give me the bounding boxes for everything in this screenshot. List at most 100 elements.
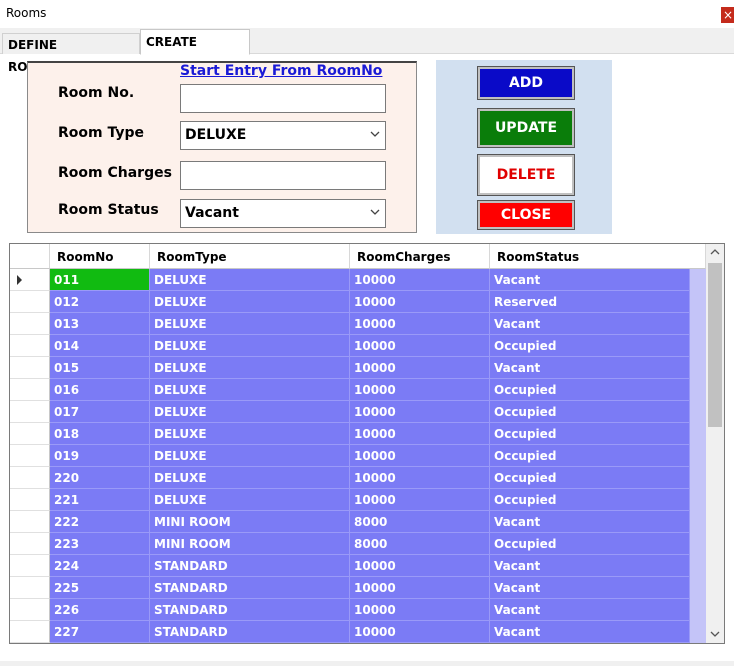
table-cell[interactable]: DELUXE: [150, 313, 350, 335]
update-button[interactable]: UPDATE: [477, 108, 575, 148]
table-cell[interactable]: 10000: [350, 335, 490, 357]
table-cell[interactable]: 018: [50, 423, 150, 445]
column-header-roomcharges[interactable]: RoomCharges: [350, 244, 490, 269]
table-cell[interactable]: 222: [50, 511, 150, 533]
table-cell[interactable]: 015: [50, 357, 150, 379]
tab-define-roomtypes[interactable]: DEFINE ROOMTYPES: [2, 33, 140, 74]
table-cell[interactable]: 224: [50, 555, 150, 577]
table-cell[interactable]: 223: [50, 533, 150, 555]
table-cell[interactable]: Occupied: [490, 335, 690, 357]
table-cell[interactable]: 012: [50, 291, 150, 313]
start-entry-link[interactable]: Start Entry From RoomNo: [180, 63, 382, 79]
table-cell[interactable]: 10000: [350, 489, 490, 511]
table-cell[interactable]: 016: [50, 379, 150, 401]
table-cell[interactable]: 221: [50, 489, 150, 511]
table-cell[interactable]: 10000: [350, 467, 490, 489]
table-cell[interactable]: 017: [50, 401, 150, 423]
table-cell[interactable]: DELUXE: [150, 423, 350, 445]
row-header[interactable]: [10, 511, 50, 533]
table-cell[interactable]: 10000: [350, 379, 490, 401]
close-button[interactable]: CLOSE: [477, 200, 575, 230]
table-cell[interactable]: STANDARD: [150, 577, 350, 599]
scroll-down-icon[interactable]: [706, 626, 724, 643]
table-cell[interactable]: STANDARD: [150, 599, 350, 621]
row-header[interactable]: [10, 379, 50, 401]
table-cell[interactable]: Vacant: [490, 357, 690, 379]
table-cell[interactable]: 10000: [350, 423, 490, 445]
table-cell[interactable]: DELUXE: [150, 379, 350, 401]
row-header[interactable]: [10, 291, 50, 313]
table-cell[interactable]: Vacant: [490, 269, 690, 291]
row-header[interactable]: [10, 467, 50, 489]
column-header-roomtype[interactable]: RoomType: [150, 244, 350, 269]
table-cell[interactable]: 225: [50, 577, 150, 599]
tab-create-rooms[interactable]: CREATE ROOMS: [140, 29, 250, 73]
table-cell[interactable]: 8000: [350, 533, 490, 555]
table-cell[interactable]: STANDARD: [150, 555, 350, 577]
room-type-select[interactable]: DELUXE: [180, 121, 386, 150]
row-header[interactable]: [10, 445, 50, 467]
table-cell[interactable]: DELUXE: [150, 467, 350, 489]
table-cell[interactable]: MINI ROOM: [150, 533, 350, 555]
table-cell[interactable]: Occupied: [490, 533, 690, 555]
table-cell[interactable]: Vacant: [490, 599, 690, 621]
table-cell[interactable]: Occupied: [490, 489, 690, 511]
table-cell[interactable]: 10000: [350, 313, 490, 335]
table-cell[interactable]: 10000: [350, 555, 490, 577]
room-charges-input[interactable]: [180, 161, 386, 190]
row-header[interactable]: [10, 357, 50, 379]
table-cell[interactable]: 227: [50, 621, 150, 643]
row-header[interactable]: [10, 313, 50, 335]
table-cell[interactable]: Occupied: [490, 467, 690, 489]
table-cell[interactable]: 10000: [350, 445, 490, 467]
table-cell[interactable]: 10000: [350, 269, 490, 291]
column-header-roomno[interactable]: RoomNo: [50, 244, 150, 269]
table-cell[interactable]: 014: [50, 335, 150, 357]
table-cell[interactable]: Reserved: [490, 291, 690, 313]
row-header[interactable]: [10, 555, 50, 577]
table-cell[interactable]: Vacant: [490, 577, 690, 599]
table-cell[interactable]: DELUXE: [150, 445, 350, 467]
row-header[interactable]: [10, 401, 50, 423]
table-cell[interactable]: DELUXE: [150, 401, 350, 423]
table-cell[interactable]: Vacant: [490, 621, 690, 643]
scroll-up-icon[interactable]: [706, 244, 724, 261]
row-header[interactable]: [10, 489, 50, 511]
table-cell[interactable]: DELUXE: [150, 489, 350, 511]
table-cell[interactable]: DELUXE: [150, 335, 350, 357]
table-cell[interactable]: 10000: [350, 577, 490, 599]
row-header[interactable]: [10, 577, 50, 599]
table-cell[interactable]: STANDARD: [150, 621, 350, 643]
table-cell[interactable]: 013: [50, 313, 150, 335]
table-cell[interactable]: 8000: [350, 511, 490, 533]
table-cell[interactable]: DELUXE: [150, 291, 350, 313]
table-cell[interactable]: Vacant: [490, 511, 690, 533]
row-header[interactable]: [10, 269, 50, 291]
table-cell[interactable]: 10000: [350, 291, 490, 313]
table-cell[interactable]: Vacant: [490, 313, 690, 335]
rooms-grid[interactable]: RoomNo RoomType RoomCharges RoomStatus 0…: [9, 243, 725, 644]
row-header[interactable]: [10, 533, 50, 555]
table-cell[interactable]: 226: [50, 599, 150, 621]
table-cell[interactable]: DELUXE: [150, 357, 350, 379]
table-cell[interactable]: 10000: [350, 401, 490, 423]
table-cell[interactable]: Vacant: [490, 555, 690, 577]
row-header[interactable]: [10, 621, 50, 643]
room-no-input[interactable]: [180, 84, 386, 113]
row-header[interactable]: [10, 335, 50, 357]
vertical-scrollbar[interactable]: [706, 244, 724, 643]
table-cell[interactable]: DELUXE: [150, 269, 350, 291]
row-header[interactable]: [10, 423, 50, 445]
table-cell[interactable]: Occupied: [490, 423, 690, 445]
window-close-icon[interactable]: ×: [721, 7, 734, 23]
table-cell[interactable]: Occupied: [490, 401, 690, 423]
table-cell[interactable]: 220: [50, 467, 150, 489]
scrollbar-thumb[interactable]: [708, 263, 722, 427]
room-status-select[interactable]: Vacant: [180, 199, 386, 228]
column-header-roomstatus[interactable]: RoomStatus: [490, 244, 706, 269]
table-cell[interactable]: 10000: [350, 357, 490, 379]
table-cell[interactable]: Occupied: [490, 379, 690, 401]
table-cell[interactable]: MINI ROOM: [150, 511, 350, 533]
table-cell[interactable]: 011: [50, 269, 150, 291]
delete-button[interactable]: DELETE: [477, 154, 575, 196]
